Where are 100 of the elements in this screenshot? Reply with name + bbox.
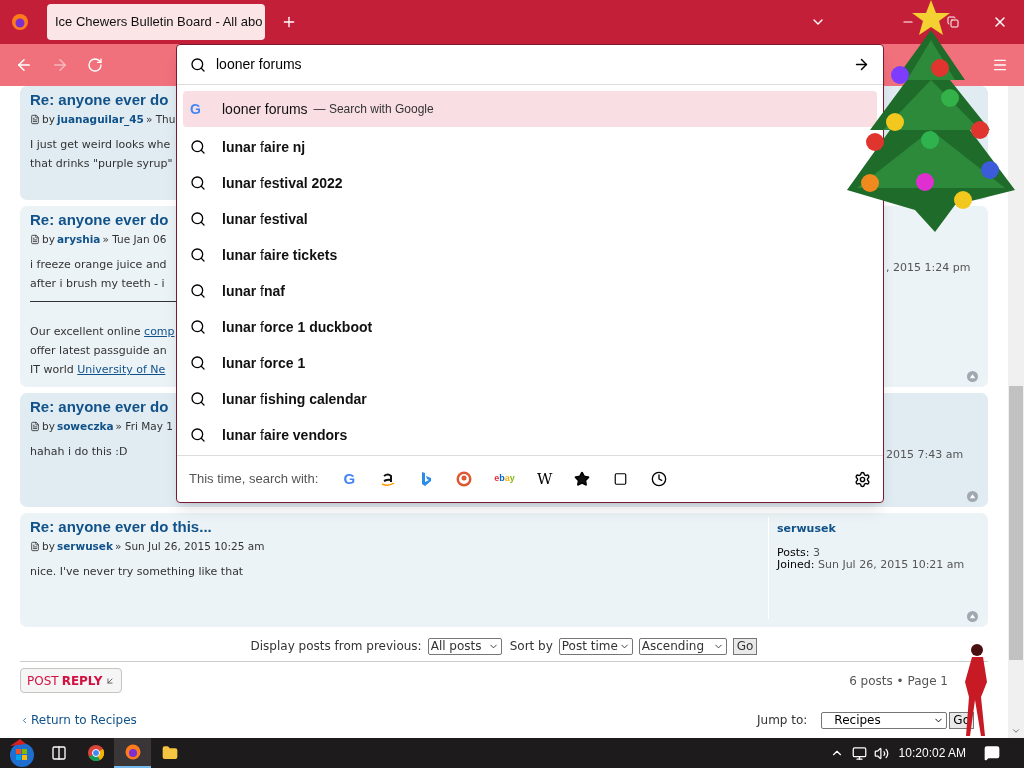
suggestion-item[interactable]: lunar force 1	[183, 345, 827, 381]
author-link[interactable]: serwusek	[56, 538, 113, 554]
go-arrow-icon[interactable]	[853, 56, 870, 73]
reload-icon[interactable]	[87, 57, 103, 73]
search-icon	[190, 175, 206, 191]
jump-select[interactable]: Recipes	[821, 711, 948, 729]
clock-icon[interactable]	[651, 471, 668, 487]
suggestion-text: lunar faire tickets	[222, 245, 338, 265]
posts-range-select[interactable]: All posts	[427, 637, 502, 655]
settings-icon[interactable]	[854, 470, 871, 488]
suggestion-item[interactable]: lunar faire nj	[183, 129, 827, 165]
task-view-icon	[50, 745, 67, 761]
post-title-link[interactable]: Re: anyone ever do	[30, 90, 169, 110]
google-logo: G	[190, 99, 202, 119]
by-label: by	[42, 232, 55, 247]
search-icon	[190, 427, 206, 443]
sort-order-select[interactable]: Ascending	[638, 637, 727, 655]
display-posts-label: Display posts from previous:	[250, 638, 422, 655]
suggestion-text: lunar fishing calendar	[222, 389, 367, 409]
search-with-label: This time, search with:	[189, 470, 319, 489]
signature-text: IT world University of Ne	[30, 362, 167, 378]
suggestion-text: lunar festival 2022	[222, 173, 343, 193]
post-date: » Fri May 1	[115, 419, 173, 434]
search-icon	[190, 319, 206, 335]
search-icon	[190, 247, 206, 263]
ebay-engine-button[interactable]: ebay	[494, 472, 515, 486]
firefox-logo-icon[interactable]	[11, 13, 29, 31]
post-text: hahah i do this :D	[30, 444, 128, 460]
suggestion-text: lunar festival	[222, 209, 308, 229]
jump-to-label: Jump to:	[757, 712, 808, 729]
sort-field-select[interactable]: Post time	[558, 637, 633, 655]
new-tab-icon[interactable]	[281, 14, 297, 30]
signature-text: Our excellent online comp	[30, 324, 176, 340]
suggestion-item[interactable]: lunar fnaf	[183, 273, 827, 309]
chevron-left-icon	[20, 715, 29, 725]
joined-date: Joined: Sun Jul 26, 2015 10:21 am	[777, 559, 966, 571]
post-title-link[interactable]: Re: anyone ever do this...	[30, 517, 212, 537]
address-field[interactable]: looner forums	[216, 54, 853, 75]
suggestion-item[interactable]: lunar faire vendors	[183, 417, 827, 453]
amazon-engine-button[interactable]	[380, 471, 397, 487]
suggestion-text: lunar force 1 duckboot	[222, 317, 373, 337]
post-icon	[30, 233, 40, 245]
browser-logo-icon	[87, 745, 104, 761]
search-icon	[190, 355, 206, 371]
restore-icon[interactable]	[947, 16, 959, 28]
by-label: by	[42, 539, 55, 554]
post-text: I just get weird looks whe	[30, 137, 171, 153]
post-icon	[30, 540, 40, 552]
author-link[interactable]: juanaguilar_45	[56, 111, 144, 127]
suggestion-item[interactable]: lunar force 1 duckboot	[183, 309, 827, 345]
back-icon[interactable]	[15, 56, 33, 74]
search-icon	[190, 56, 206, 73]
pagination-text: 6 posts • Page 1	[849, 672, 948, 690]
firefox-app-button[interactable]	[114, 738, 151, 768]
volume-icon[interactable]	[873, 745, 889, 761]
suggestion-text: lunar faire nj	[222, 137, 306, 157]
post-title-link[interactable]: Re: anyone ever do	[30, 210, 169, 230]
author-link[interactable]: aryshia	[56, 231, 101, 247]
menu-icon[interactable]	[992, 57, 1008, 73]
suggestion-text: lunar faire vendors	[222, 425, 348, 445]
profile-name-link[interactable]: serwusek	[777, 523, 836, 535]
signature-text: offer latest passguide an	[30, 343, 168, 359]
suggestion-text: lunar fnaf	[222, 281, 285, 301]
join-date: , 2015 1:24 pm	[886, 261, 971, 274]
firefox-logo-icon	[124, 744, 141, 760]
scrollbar-thumb[interactable]	[1009, 386, 1023, 660]
post-date: » Tue Jan 06	[102, 232, 167, 247]
suggestion-item[interactable]: lunar festival 2022	[183, 165, 827, 201]
suggestion-item[interactable]: lunar fishing calendar	[183, 381, 827, 417]
post-text: i freeze orange juice and	[30, 257, 167, 273]
network-icon[interactable]	[851, 745, 867, 761]
star-icon[interactable]	[574, 471, 591, 487]
signature-link[interactable]: comp	[144, 325, 175, 338]
wikipedia-engine-button[interactable]: W	[536, 467, 553, 491]
join-date: 2015 7:43 am	[886, 448, 964, 461]
by-label: by	[42, 419, 55, 434]
post-date: » Thu	[145, 112, 176, 127]
post-text: that drinks "purple syrup"	[30, 156, 173, 172]
google-engine-button[interactable]: G	[340, 467, 359, 491]
post-text: nice. I've never try something like that	[30, 564, 244, 580]
browser-tab[interactable]: Ice Chewers Bulletin Board - All abo	[47, 4, 265, 40]
suggestion-item[interactable]: lunar faire tickets	[183, 237, 827, 273]
suggestion-hint: — Search with Google	[313, 101, 434, 118]
posts-count: Posts: 3	[777, 547, 821, 559]
duck-engine-button[interactable]	[456, 471, 473, 487]
return-link[interactable]: Return to Recipes	[20, 711, 137, 729]
by-label: by	[42, 112, 55, 127]
signature-link[interactable]: University of Ne	[77, 363, 166, 376]
post-title-link[interactable]: Re: anyone ever do	[30, 397, 169, 417]
post-reply-button[interactable]: POST REPLY	[20, 668, 123, 693]
scroll-down-icon[interactable]	[1011, 726, 1021, 736]
clock-text[interactable]: 10:20:02 AM	[898, 744, 966, 762]
author-link[interactable]: soweczka	[56, 418, 114, 434]
notifications-icon[interactable]	[984, 745, 1000, 761]
folder-icon	[161, 745, 178, 761]
suggestion-item[interactable]: lunar festival	[183, 201, 827, 237]
go-button[interactable]: Go	[732, 637, 758, 655]
tab-title: Ice Chewers Bulletin Board - All abo	[55, 13, 263, 32]
post-icon	[30, 113, 40, 125]
suggestion-item[interactable]: G looner forums — Search with Google	[183, 91, 877, 127]
